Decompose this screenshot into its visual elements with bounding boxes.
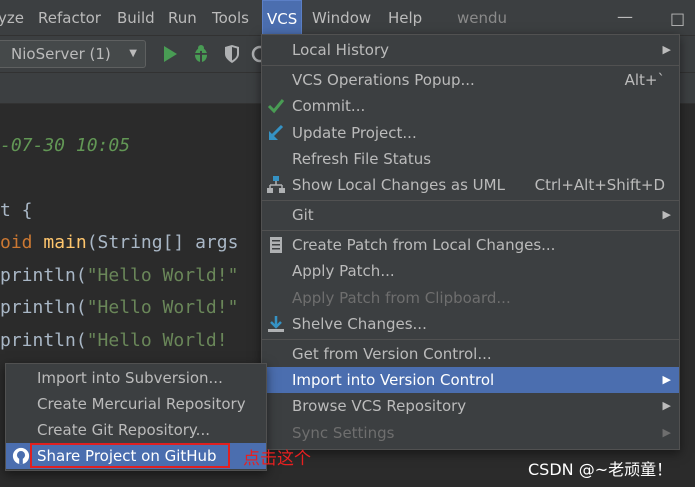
submenu-arrow-icon: ▶ <box>662 208 671 221</box>
chevron-down-icon: ▼ <box>129 48 137 59</box>
menu-item-get-from-vcs[interactable]: Get from Version Control... <box>262 341 679 367</box>
menu-separator <box>262 200 679 201</box>
submenu-item-import-subversion[interactable]: Import into Subversion... <box>6 365 266 391</box>
github-icon <box>12 447 30 465</box>
menu-item-create-patch[interactable]: Create Patch from Local Changes... <box>262 232 679 258</box>
menu-item-update-project[interactable]: Update Project... <box>262 120 679 146</box>
menu-item-import-into-vcs[interactable]: Import into Version Control ▶ <box>262 367 679 393</box>
annotation-text: 点击这个 <box>243 449 311 469</box>
minimize-icon[interactable]: — <box>617 7 633 26</box>
menu-item-show-local-changes-uml[interactable]: Show Local Changes as UML Ctrl+Alt+Shift… <box>262 172 679 198</box>
menu-window[interactable]: Window <box>312 0 371 36</box>
uml-icon <box>267 176 285 193</box>
run-icon[interactable] <box>160 44 180 64</box>
patch-icon <box>270 237 282 253</box>
menu-item-shelve-changes[interactable]: Shelve Changes... <box>262 311 679 337</box>
menu-item-local-history[interactable]: Local History ▶ <box>262 37 679 63</box>
menu-vcs[interactable]: VCS <box>262 0 303 36</box>
menu-item-sync-settings: Sync Settings ▶ <box>262 420 679 446</box>
code-line: println("Hello World!" <box>0 297 239 318</box>
submenu-arrow-icon: ▶ <box>662 373 671 386</box>
code-line: -07-30 10:05 <box>0 135 131 156</box>
run-config-select[interactable]: NioServer (1) ▼ <box>0 40 146 68</box>
menu-item-commit[interactable]: Commit... <box>262 93 679 119</box>
submenu-arrow-icon: ▶ <box>662 426 671 439</box>
maximize-icon[interactable]: □ <box>670 9 685 28</box>
menu-help[interactable]: Help <box>388 0 422 36</box>
watermark: CSDN @~老顽童！ <box>528 460 673 479</box>
submenu-item-create-mercurial[interactable]: Create Mercurial Repository <box>6 391 266 417</box>
menu-build[interactable]: Build <box>117 0 155 36</box>
code-line: println("Hello World! <box>0 330 228 351</box>
highlight-box <box>30 443 230 468</box>
update-arrow-icon <box>269 124 284 140</box>
menu-separator <box>262 339 679 340</box>
submenu-arrow-icon: ▶ <box>662 399 671 412</box>
code-line: oid main(String[] args <box>0 232 239 253</box>
menu-item-browse-vcs-repository[interactable]: Browse VCS Repository ▶ <box>262 393 679 419</box>
menu-item-apply-patch[interactable]: Apply Patch... <box>262 258 679 284</box>
menu-separator <box>262 65 679 66</box>
check-icon <box>267 99 285 114</box>
code-line: println("Hello World!" <box>0 265 239 286</box>
menu-run[interactable]: Run <box>168 0 197 36</box>
menu-tools[interactable]: Tools <box>212 0 249 36</box>
submenu-arrow-icon: ▶ <box>662 43 671 56</box>
menu-separator <box>262 230 679 231</box>
menu-analyze[interactable]: yze <box>0 0 24 36</box>
menu-item-git[interactable]: Git ▶ <box>262 202 679 228</box>
menu-item-vcs-operations-popup[interactable]: VCS Operations Popup... Alt+` <box>262 67 679 93</box>
menu-item-refresh-file-status[interactable]: Refresh File Status <box>262 146 679 172</box>
submenu-item-create-git[interactable]: Create Git Repository... <box>6 417 266 443</box>
shelve-icon <box>268 316 284 332</box>
menu-refactor[interactable]: Refactor <box>38 0 101 36</box>
debug-icon[interactable] <box>191 44 211 64</box>
menu-bar: yze Refactor Build Run Tools VCS Window … <box>0 0 695 36</box>
project-name: wendu <box>457 9 508 27</box>
coverage-icon[interactable] <box>222 44 242 64</box>
vcs-dropdown-menu: Local History ▶ VCS Operations Popup... … <box>261 34 680 450</box>
menu-item-apply-patch-clipboard: Apply Patch from Clipboard... <box>292 289 511 307</box>
run-config-label: NioServer (1) <box>11 45 111 63</box>
code-line: t { <box>0 200 33 221</box>
